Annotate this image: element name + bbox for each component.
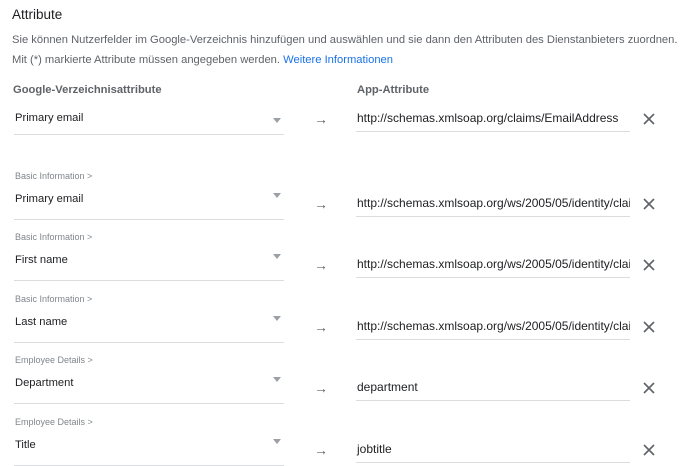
attribute-category-label: Basic Information >: [15, 294, 93, 304]
google-attribute-value: Title: [15, 439, 36, 451]
remove-mapping-icon[interactable]: [642, 381, 656, 395]
google-attribute-select[interactable]: Employee Details > Title: [14, 417, 284, 466]
google-attribute-value: Primary email: [15, 112, 84, 124]
mapping-arrow-icon: →: [314, 111, 328, 127]
dropdown-caret-icon: [273, 193, 281, 198]
app-attribute-input[interactable]: http://schemas.xmlsoap.org/ws/2005/05/id…: [356, 315, 630, 340]
google-attribute-select[interactable]: Primary email: [14, 106, 284, 135]
app-attribute-input[interactable]: department: [356, 376, 630, 401]
more-info-link[interactable]: Weitere Informationen: [283, 54, 393, 66]
mapping-arrow-icon: →: [314, 319, 328, 335]
app-attribute-value: http://schemas.xmlsoap.org/ws/2005/05/id…: [357, 257, 630, 271]
attribute-category-label: Basic Information >: [15, 171, 93, 181]
mapping-row: Basic Information > Last name → http://sche…: [0, 286, 688, 343]
app-attribute-value: jobtitle: [357, 442, 392, 456]
app-attribute-input[interactable]: http://schemas.xmlsoap.org/ws/2005/05/id…: [356, 192, 630, 217]
dropdown-caret-icon: [273, 377, 281, 382]
app-attribute-value: http://schemas.xmlsoap.org/ws/2005/05/id…: [357, 196, 630, 210]
dropdown-caret-icon: [273, 439, 281, 444]
section-description: Sie können Nutzerfelder im Google-Verzei…: [12, 30, 686, 70]
google-attribute-select[interactable]: Basic Information > Last name: [14, 294, 284, 343]
mapping-arrow-icon: →: [314, 257, 328, 273]
column-header-app-attributes: App-Attribute: [357, 84, 430, 96]
column-header-google-attributes: Google-Verzeichnisattribute: [13, 84, 162, 96]
remove-mapping-icon[interactable]: [642, 197, 656, 211]
mapping-arrow-icon: →: [314, 196, 328, 212]
mapping-arrow-icon: →: [314, 442, 328, 458]
mapping-row: Basic Information > First name → http://sch…: [0, 224, 688, 281]
app-attribute-value: department: [357, 380, 418, 394]
mapping-row: Basic Information > Primary email → http://…: [0, 163, 688, 220]
mapping-row: Primary email → http://schemas.xmlsoap.org…: [0, 106, 688, 162]
remove-mapping-icon[interactable]: [642, 112, 656, 126]
mapping-row: Employee Details > Title → jobtitle: [0, 409, 688, 466]
attribute-category-label: Basic Information >: [15, 232, 93, 242]
google-attribute-select[interactable]: Employee Details > Department: [14, 355, 284, 404]
app-attribute-value: http://schemas.xmlsoap.org/ws/2005/05/id…: [357, 319, 630, 333]
app-attribute-input[interactable]: http://schemas.xmlsoap.org/ws/2005/05/id…: [356, 253, 630, 278]
google-attribute-value: Last name: [15, 316, 68, 328]
app-attribute-input[interactable]: http://schemas.xmlsoap.org/claims/EmailA…: [356, 107, 630, 132]
google-attribute-select[interactable]: Basic Information > First name: [14, 232, 284, 281]
google-attribute-value: First name: [15, 254, 68, 266]
mapping-arrow-icon: →: [314, 380, 328, 396]
remove-mapping-icon[interactable]: [642, 258, 656, 272]
attribute-category-label: Employee Details >: [15, 417, 93, 427]
mapping-row: Employee Details > Department → department: [0, 347, 688, 404]
google-attribute-value: Department: [15, 377, 74, 389]
attribute-category-label: Employee Details >: [15, 355, 93, 365]
google-attribute-value: Primary email: [15, 193, 84, 205]
app-attribute-input[interactable]: jobtitle: [356, 438, 630, 463]
section-title: Attribute: [12, 7, 63, 22]
app-attribute-value: http://schemas.xmlsoap.org/claims/EmailA…: [357, 111, 619, 125]
dropdown-caret-icon: [273, 254, 281, 259]
dropdown-caret-icon: [273, 118, 281, 123]
dropdown-caret-icon: [273, 316, 281, 321]
google-attribute-select[interactable]: Basic Information > Primary email: [14, 171, 284, 220]
remove-mapping-icon[interactable]: [642, 443, 656, 457]
remove-mapping-icon[interactable]: [642, 320, 656, 334]
